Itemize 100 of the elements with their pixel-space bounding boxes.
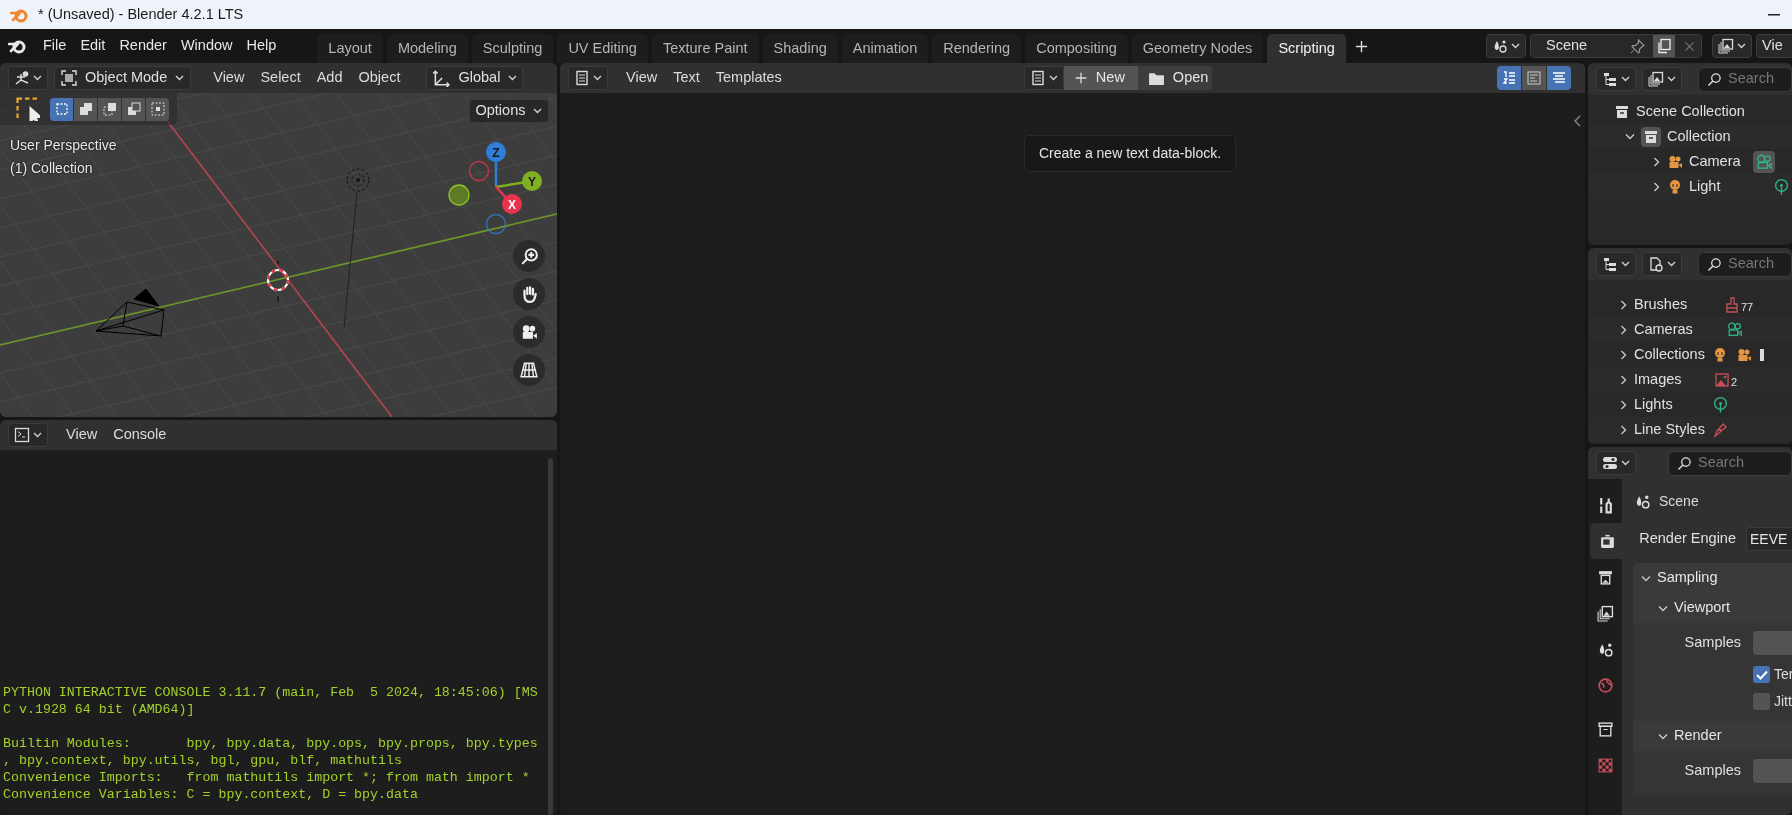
- tree-row[interactable]: Scene Collection: [1588, 99, 1792, 124]
- search-field[interactable]: Search: [1668, 450, 1792, 476]
- workspace-tab[interactable]: Sculpting: [471, 33, 554, 63]
- view-layer-selector[interactable]: [1712, 34, 1752, 58]
- menu-item[interactable]: View: [618, 69, 666, 87]
- chevron-right-icon[interactable]: [1620, 299, 1627, 310]
- item-count: 2: [1731, 375, 1738, 389]
- select-mode-button[interactable]: [98, 97, 121, 121]
- chevron-right-icon[interactable]: [1620, 349, 1627, 360]
- select-tool-icon[interactable]: [16, 97, 40, 121]
- layers-icon: [1718, 38, 1734, 54]
- chevron-down-icon[interactable]: [1625, 133, 1635, 140]
- grid-icon[interactable]: [520, 361, 538, 379]
- menu-item[interactable]: Templates: [707, 69, 790, 87]
- orientation-dropdown[interactable]: Global: [426, 66, 524, 90]
- tree-row[interactable]: Camera: [1588, 149, 1792, 174]
- scene-selector[interactable]: [1486, 34, 1526, 58]
- select-mode-button[interactable]: [50, 97, 73, 121]
- axis-handle[interactable]: X: [502, 194, 522, 214]
- minimize-icon[interactable]: [1768, 13, 1780, 16]
- chevron-left-icon[interactable]: [1573, 115, 1582, 127]
- zoom-icon[interactable]: [520, 247, 538, 265]
- search-field[interactable]: Search: [1698, 251, 1792, 277]
- tree-row[interactable]: Collections: [1588, 342, 1792, 367]
- editor-type-dropdown[interactable]: [8, 66, 48, 90]
- menu-item[interactable]: View: [58, 426, 106, 444]
- copy-icon[interactable]: [1653, 35, 1675, 57]
- view-layer-field[interactable]: Vie: [1756, 34, 1792, 58]
- workspace-tab[interactable]: Modeling: [386, 33, 468, 63]
- toggle-button[interactable]: [1547, 66, 1571, 90]
- display-mode-dropdown[interactable]: [1642, 252, 1682, 276]
- menu-item[interactable]: Window: [173, 34, 240, 58]
- render-engine-dropdown[interactable]: EEVE: [1746, 527, 1792, 551]
- workspace-tab[interactable]: Rendering: [932, 33, 1022, 63]
- select-mode-button[interactable]: [146, 97, 169, 121]
- chevron-right-icon[interactable]: [1653, 156, 1660, 167]
- chevron-down-icon[interactable]: [1641, 574, 1651, 582]
- chevron-down-icon[interactable]: [1658, 732, 1668, 740]
- field-label: Samples: [1683, 762, 1741, 780]
- select-mode-button[interactable]: [74, 97, 97, 121]
- workspace-tab[interactable]: Shading: [762, 33, 838, 63]
- editor-type-dropdown[interactable]: [1596, 67, 1636, 91]
- menu-item[interactable]: Select: [252, 69, 309, 87]
- hand-icon[interactable]: [520, 285, 538, 303]
- light-icon[interactable]: [1773, 178, 1790, 195]
- workspace-tab[interactable]: UV Editing: [557, 33, 648, 63]
- add-icon[interactable]: [1353, 38, 1369, 54]
- workspace-tab[interactable]: Layout: [317, 33, 383, 63]
- editor-type-dropdown[interactable]: [8, 423, 48, 447]
- axis-handle[interactable]: [485, 213, 507, 235]
- chevron-right-icon[interactable]: [1653, 181, 1660, 192]
- number-field[interactable]: [1753, 631, 1792, 655]
- tree-row[interactable]: Lights: [1588, 392, 1792, 417]
- text-selector[interactable]: [1023, 66, 1064, 90]
- view3d-icon: [14, 70, 30, 86]
- toggle-button[interactable]: [1522, 66, 1546, 90]
- search-field[interactable]: Search: [1698, 66, 1792, 92]
- select-mode-button[interactable]: [122, 97, 145, 121]
- checkbox[interactable]: [1753, 666, 1770, 683]
- camera-icon[interactable]: [520, 323, 538, 341]
- close-icon[interactable]: [1683, 39, 1696, 53]
- display-mode-dropdown[interactable]: [1642, 67, 1682, 91]
- workspace-tab[interactable]: Compositing: [1025, 33, 1128, 63]
- toggle-button[interactable]: [1497, 66, 1521, 90]
- chevron-right-icon[interactable]: [1620, 324, 1627, 335]
- editor-type-dropdown[interactable]: [1596, 252, 1636, 276]
- mode-dropdown[interactable]: Object Mode: [54, 66, 192, 90]
- pin-icon[interactable]: [1630, 38, 1645, 54]
- menu-item[interactable]: Render: [112, 34, 174, 58]
- open-button[interactable]: Open: [1137, 66, 1212, 90]
- editor-type-dropdown[interactable]: [568, 66, 608, 90]
- axis-handle[interactable]: [468, 160, 490, 182]
- menu-item[interactable]: Object: [350, 69, 409, 87]
- workspace-tab[interactable]: Texture Paint: [651, 33, 759, 63]
- menu-item[interactable]: Add: [308, 69, 351, 87]
- workspace-tab[interactable]: Geometry Nodes: [1131, 33, 1264, 63]
- chevron-right-icon[interactable]: [1620, 374, 1627, 385]
- axis-handle[interactable]: Y: [522, 171, 542, 191]
- menu-item[interactable]: Edit: [73, 34, 113, 58]
- checkbox[interactable]: [1753, 693, 1770, 710]
- options-dropdown[interactable]: Options: [469, 99, 549, 123]
- tree-row[interactable]: Brushes 77: [1588, 292, 1792, 317]
- editor-type-dropdown[interactable]: [1596, 451, 1636, 475]
- menu-item[interactable]: Help: [239, 34, 284, 58]
- properties-tab[interactable]: [1590, 523, 1624, 559]
- menu-item[interactable]: File: [36, 34, 74, 58]
- menu-item[interactable]: Console: [105, 426, 175, 444]
- workspace-tab[interactable]: Animation: [841, 33, 929, 63]
- new-button[interactable]: New: [1063, 66, 1138, 90]
- scene-field[interactable]: Scene: [1530, 34, 1702, 58]
- chevron-right-icon[interactable]: [1620, 399, 1627, 410]
- chevron-down-icon[interactable]: [1658, 604, 1668, 612]
- number-field[interactable]: [1753, 759, 1792, 783]
- axis-handle[interactable]: [448, 184, 470, 206]
- chevron-right-icon[interactable]: [1620, 424, 1627, 435]
- menu-item[interactable]: Text: [665, 69, 708, 87]
- menu-item[interactable]: View: [205, 69, 253, 87]
- line-numbers-icon: [1501, 70, 1517, 86]
- workspace-tab[interactable]: Scripting: [1267, 33, 1346, 63]
- axis-handle[interactable]: Z: [486, 142, 506, 162]
